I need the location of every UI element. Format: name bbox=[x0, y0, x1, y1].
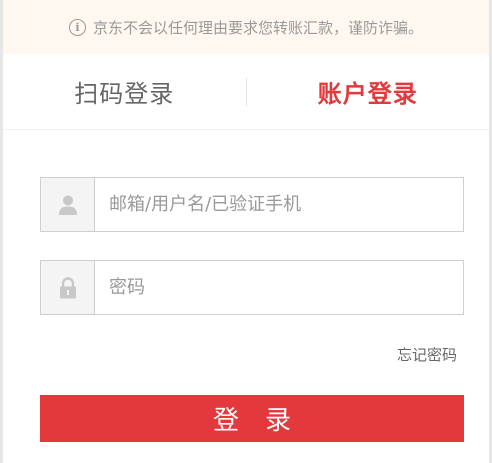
username-field bbox=[40, 177, 464, 232]
password-input[interactable] bbox=[95, 261, 463, 314]
security-notice-text: 京东不会以任何理由要求您转账汇款，谨防诈骗。 bbox=[92, 18, 423, 37]
login-tabs: 扫码登录 账户登录 bbox=[3, 54, 489, 130]
username-input[interactable] bbox=[95, 178, 463, 231]
tab-qr-login[interactable]: 扫码登录 bbox=[3, 74, 246, 109]
password-field bbox=[40, 260, 464, 315]
login-button[interactable]: 登录 bbox=[40, 395, 464, 442]
tab-account-login[interactable]: 账户登录 bbox=[247, 74, 490, 109]
forgot-password-link[interactable]: 忘记密码 bbox=[397, 344, 457, 365]
login-panel: i 京东不会以任何理由要求您转账汇款，谨防诈骗。 扫码登录 账户登录 忘记密码 … bbox=[0, 0, 492, 463]
user-icon bbox=[41, 178, 95, 231]
info-icon: i bbox=[68, 18, 86, 36]
security-notice: i 京东不会以任何理由要求您转账汇款，谨防诈骗。 bbox=[3, 0, 489, 54]
lock-icon bbox=[41, 261, 95, 314]
